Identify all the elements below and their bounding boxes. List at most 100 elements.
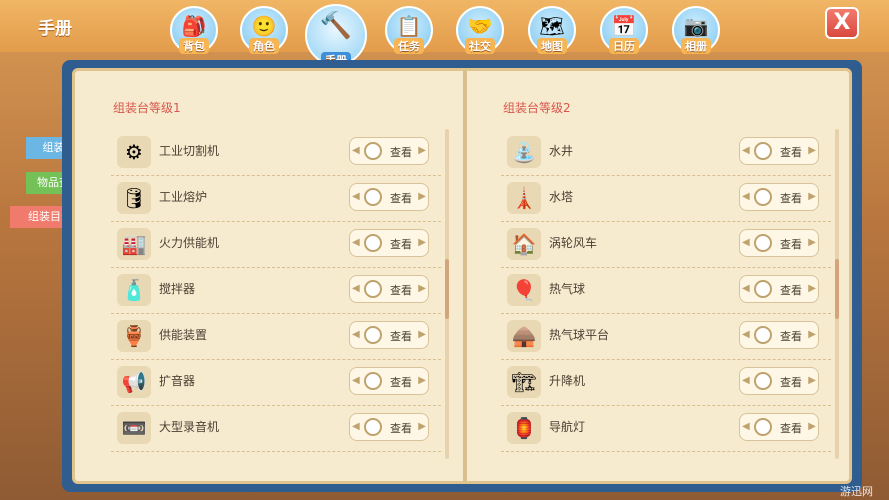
page-title: 组装台等级2 <box>503 101 571 115</box>
character-icon: 🙂 <box>251 14 277 38</box>
item-name: 热气球平台 <box>549 328 610 342</box>
chevron-right-icon: ▶ <box>418 375 426 386</box>
list-item: 📢 扩音器 ◀ 查看 ▶ <box>111 359 441 406</box>
hammer-icon: 🔨 <box>319 11 353 41</box>
view-button[interactable]: ◀ 查看 ▶ <box>739 229 819 257</box>
top-nav: 🎒 背包 🙂 角色 🔨 手册 📋 任务 🤝 社交 🗺 地图 📅 日历 📷 相册 <box>0 4 889 68</box>
view-button[interactable]: ◀ 查看 ▶ <box>349 321 429 349</box>
chevron-right-icon: ▶ <box>808 329 816 340</box>
chevron-left-icon: ◀ <box>742 329 750 340</box>
nav-tasks[interactable]: 📋 任务 <box>385 6 433 54</box>
view-button[interactable]: ◀ 查看 ▶ <box>739 321 819 349</box>
list-item: ⚙ 工业切割机 ◀ 查看 ▶ <box>111 129 441 176</box>
magnify-icon <box>364 188 382 206</box>
view-button[interactable]: ◀ 查看 ▶ <box>349 413 429 441</box>
chevron-right-icon: ▶ <box>418 191 426 202</box>
magnify-icon <box>364 372 382 390</box>
scrollbar-track[interactable] <box>445 129 449 459</box>
magnify-icon <box>754 142 772 160</box>
view-button[interactable]: ◀ 查看 ▶ <box>349 137 429 165</box>
view-button[interactable]: ◀ 查看 ▶ <box>349 229 429 257</box>
list-item: 🧴 搅拌器 ◀ 查看 ▶ <box>111 267 441 314</box>
item-name: 升降机 <box>549 374 586 388</box>
nav-label: 背包 <box>179 38 209 54</box>
scrollbar-thumb[interactable] <box>445 259 449 319</box>
chevron-right-icon: ▶ <box>418 421 426 432</box>
magnify-icon <box>754 418 772 436</box>
magnify-icon <box>364 280 382 298</box>
view-button[interactable]: ◀ 查看 ▶ <box>739 183 819 211</box>
magnify-icon <box>754 280 772 298</box>
chevron-left-icon: ◀ <box>352 329 360 340</box>
view-button[interactable]: ◀ 查看 ▶ <box>739 137 819 165</box>
magnify-icon <box>364 418 382 436</box>
item-name: 扩音器 <box>159 374 196 388</box>
chevron-left-icon: ◀ <box>352 237 360 248</box>
view-label: 查看 <box>390 376 412 389</box>
view-label: 查看 <box>780 238 802 251</box>
backpack-icon: 🎒 <box>181 14 207 38</box>
map-icon: 🗺 <box>539 14 565 38</box>
view-label: 查看 <box>780 376 802 389</box>
view-label: 查看 <box>780 192 802 205</box>
chevron-right-icon: ▶ <box>808 191 816 202</box>
nav-backpack[interactable]: 🎒 背包 <box>170 6 218 54</box>
task-list-icon: 📋 <box>396 14 422 38</box>
item-name: 工业熔炉 <box>159 190 208 204</box>
view-button[interactable]: ◀ 查看 ▶ <box>739 275 819 303</box>
chevron-right-icon: ▶ <box>808 237 816 248</box>
watermark: 游迅网 <box>840 485 873 498</box>
windmill-icon: 🏠 <box>507 228 541 260</box>
left-page: 组装台等级1 ⚙ 工业切割机 ◀ 查看 ▶ 🛢 工业熔炉 ◀ 查看 ▶ 🏭 火力… <box>83 71 455 481</box>
magnify-icon <box>754 326 772 344</box>
recorder-icon: 📼 <box>117 412 151 444</box>
item-name: 大型录音机 <box>159 420 220 434</box>
list-item: 🏭 火力供能机 ◀ 查看 ▶ <box>111 221 441 268</box>
chevron-left-icon: ◀ <box>352 375 360 386</box>
chevron-left-icon: ◀ <box>742 145 750 156</box>
nav-label: 任务 <box>394 38 424 54</box>
list-item: 🛢 工业熔炉 ◀ 查看 ▶ <box>111 175 441 222</box>
nav-calendar[interactable]: 📅 日历 <box>600 6 648 54</box>
chevron-right-icon: ▶ <box>418 145 426 156</box>
nav-map[interactable]: 🗺 地图 <box>528 6 576 54</box>
view-button[interactable]: ◀ 查看 ▶ <box>349 367 429 395</box>
handshake-icon: 🤝 <box>467 14 493 38</box>
magnify-icon <box>364 326 382 344</box>
view-label: 查看 <box>780 146 802 159</box>
album-icon: 📷 <box>683 14 709 38</box>
view-label: 查看 <box>390 330 412 343</box>
view-button[interactable]: ◀ 查看 ▶ <box>739 367 819 395</box>
nav-label: 社交 <box>465 38 495 54</box>
nav-handbook[interactable]: 🔨 手册 <box>305 4 367 68</box>
chevron-left-icon: ◀ <box>352 421 360 432</box>
nav-social[interactable]: 🤝 社交 <box>456 6 504 54</box>
elevator-icon: 🏗 <box>507 366 541 398</box>
nav-album[interactable]: 📷 相册 <box>672 6 720 54</box>
view-label: 查看 <box>390 284 412 297</box>
right-page: 组装台等级2 ⛲ 水井 ◀ 查看 ▶ 🗼 水塔 ◀ 查看 ▶ 🏠 涡轮风车 ◀ … <box>473 71 845 481</box>
chevron-left-icon: ◀ <box>352 191 360 202</box>
item-name: 水塔 <box>549 190 574 204</box>
water-tower-icon: 🗼 <box>507 182 541 214</box>
scrollbar-thumb[interactable] <box>835 259 839 319</box>
magnify-icon <box>754 234 772 252</box>
view-label: 查看 <box>780 284 802 297</box>
nav-character[interactable]: 🙂 角色 <box>240 6 288 54</box>
list-item: 🎈 热气球 ◀ 查看 ▶ <box>501 267 831 314</box>
chevron-right-icon: ▶ <box>418 283 426 294</box>
cutter-icon: ⚙ <box>117 136 151 168</box>
view-button[interactable]: ◀ 查看 ▶ <box>739 413 819 441</box>
chevron-right-icon: ▶ <box>808 375 816 386</box>
view-label: 查看 <box>390 238 412 251</box>
chevron-left-icon: ◀ <box>352 145 360 156</box>
chevron-right-icon: ▶ <box>808 145 816 156</box>
view-button[interactable]: ◀ 查看 ▶ <box>349 275 429 303</box>
calendar-icon: 📅 <box>611 14 637 38</box>
handbook-book: 组装台等级1 ⚙ 工业切割机 ◀ 查看 ▶ 🛢 工业熔炉 ◀ 查看 ▶ 🏭 火力… <box>62 60 862 492</box>
nav-label: 角色 <box>249 38 279 54</box>
magnify-icon <box>364 142 382 160</box>
scrollbar-track[interactable] <box>835 129 839 459</box>
view-button[interactable]: ◀ 查看 ▶ <box>349 183 429 211</box>
nav-label: 相册 <box>681 38 711 54</box>
